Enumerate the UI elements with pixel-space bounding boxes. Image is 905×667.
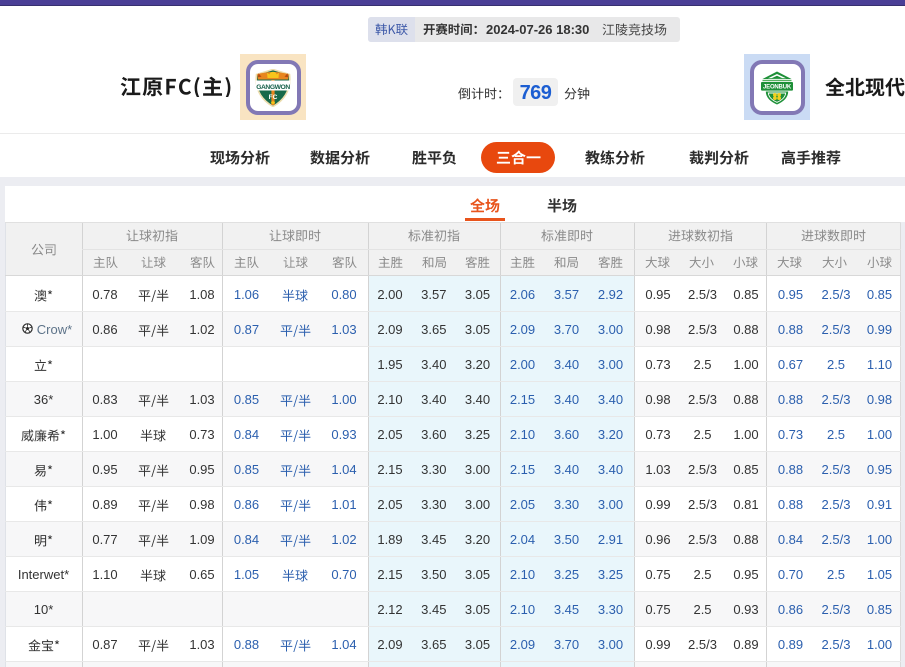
svg-text:JEONBUK: JEONBUK [763,85,792,91]
svg-text:FC: FC [269,94,278,101]
svg-text:GANGWON: GANGWON [256,84,290,91]
